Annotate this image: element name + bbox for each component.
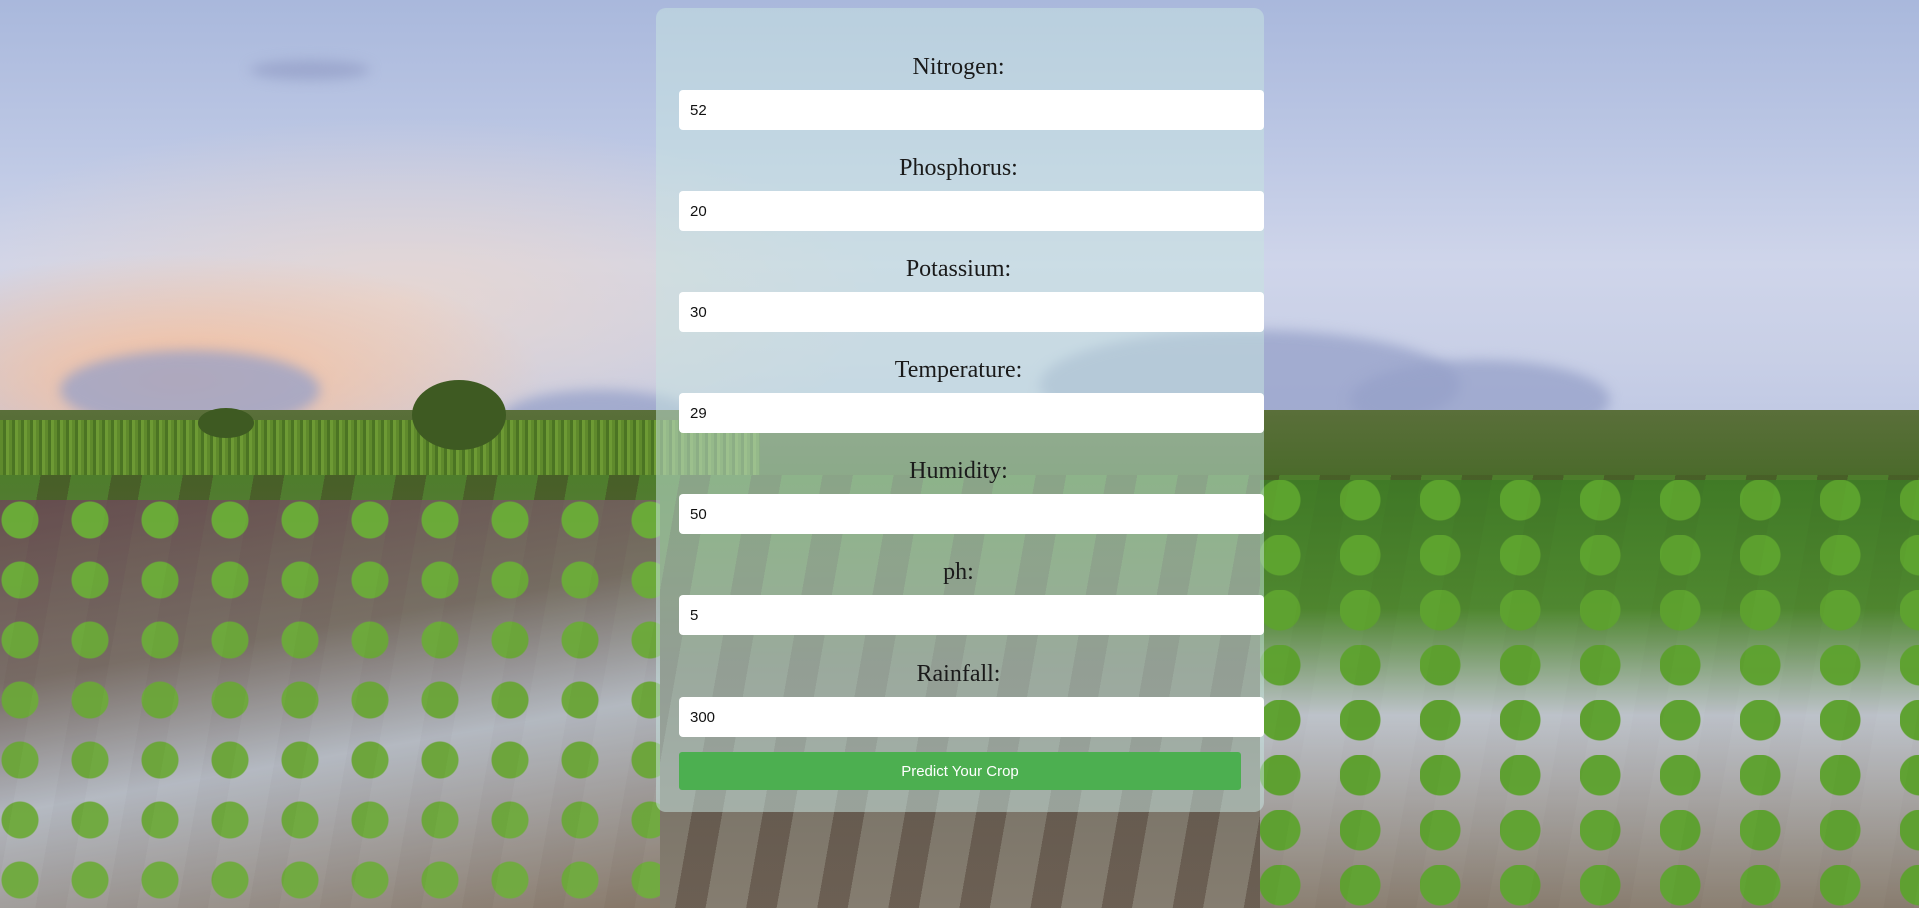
ph-input[interactable] [679,595,1264,635]
lettuce-rows-left [0,500,660,908]
tree [412,380,506,450]
ph-label: ph: [943,559,974,585]
cloud [250,60,370,80]
lettuce-rows-right [1260,480,1919,908]
potassium-input[interactable] [679,292,1264,332]
rainfall-label: Rainfall: [916,661,1001,687]
potassium-label: Potassium: [905,256,1012,282]
humidity-input[interactable] [679,494,1264,534]
phosphorus-label: Phosphorus: [899,155,1018,181]
phosphorus-input[interactable] [679,191,1264,231]
temperature-label: Temperature: [894,357,1023,383]
nitrogen-label: Nitrogen: [912,54,1005,80]
temperature-input[interactable] [679,393,1264,433]
nitrogen-input[interactable] [679,90,1264,130]
rainfall-input[interactable] [679,697,1264,737]
predict-crop-button[interactable]: Predict Your Crop [679,752,1241,790]
tree [198,408,254,438]
humidity-label: Humidity: [909,458,1008,484]
